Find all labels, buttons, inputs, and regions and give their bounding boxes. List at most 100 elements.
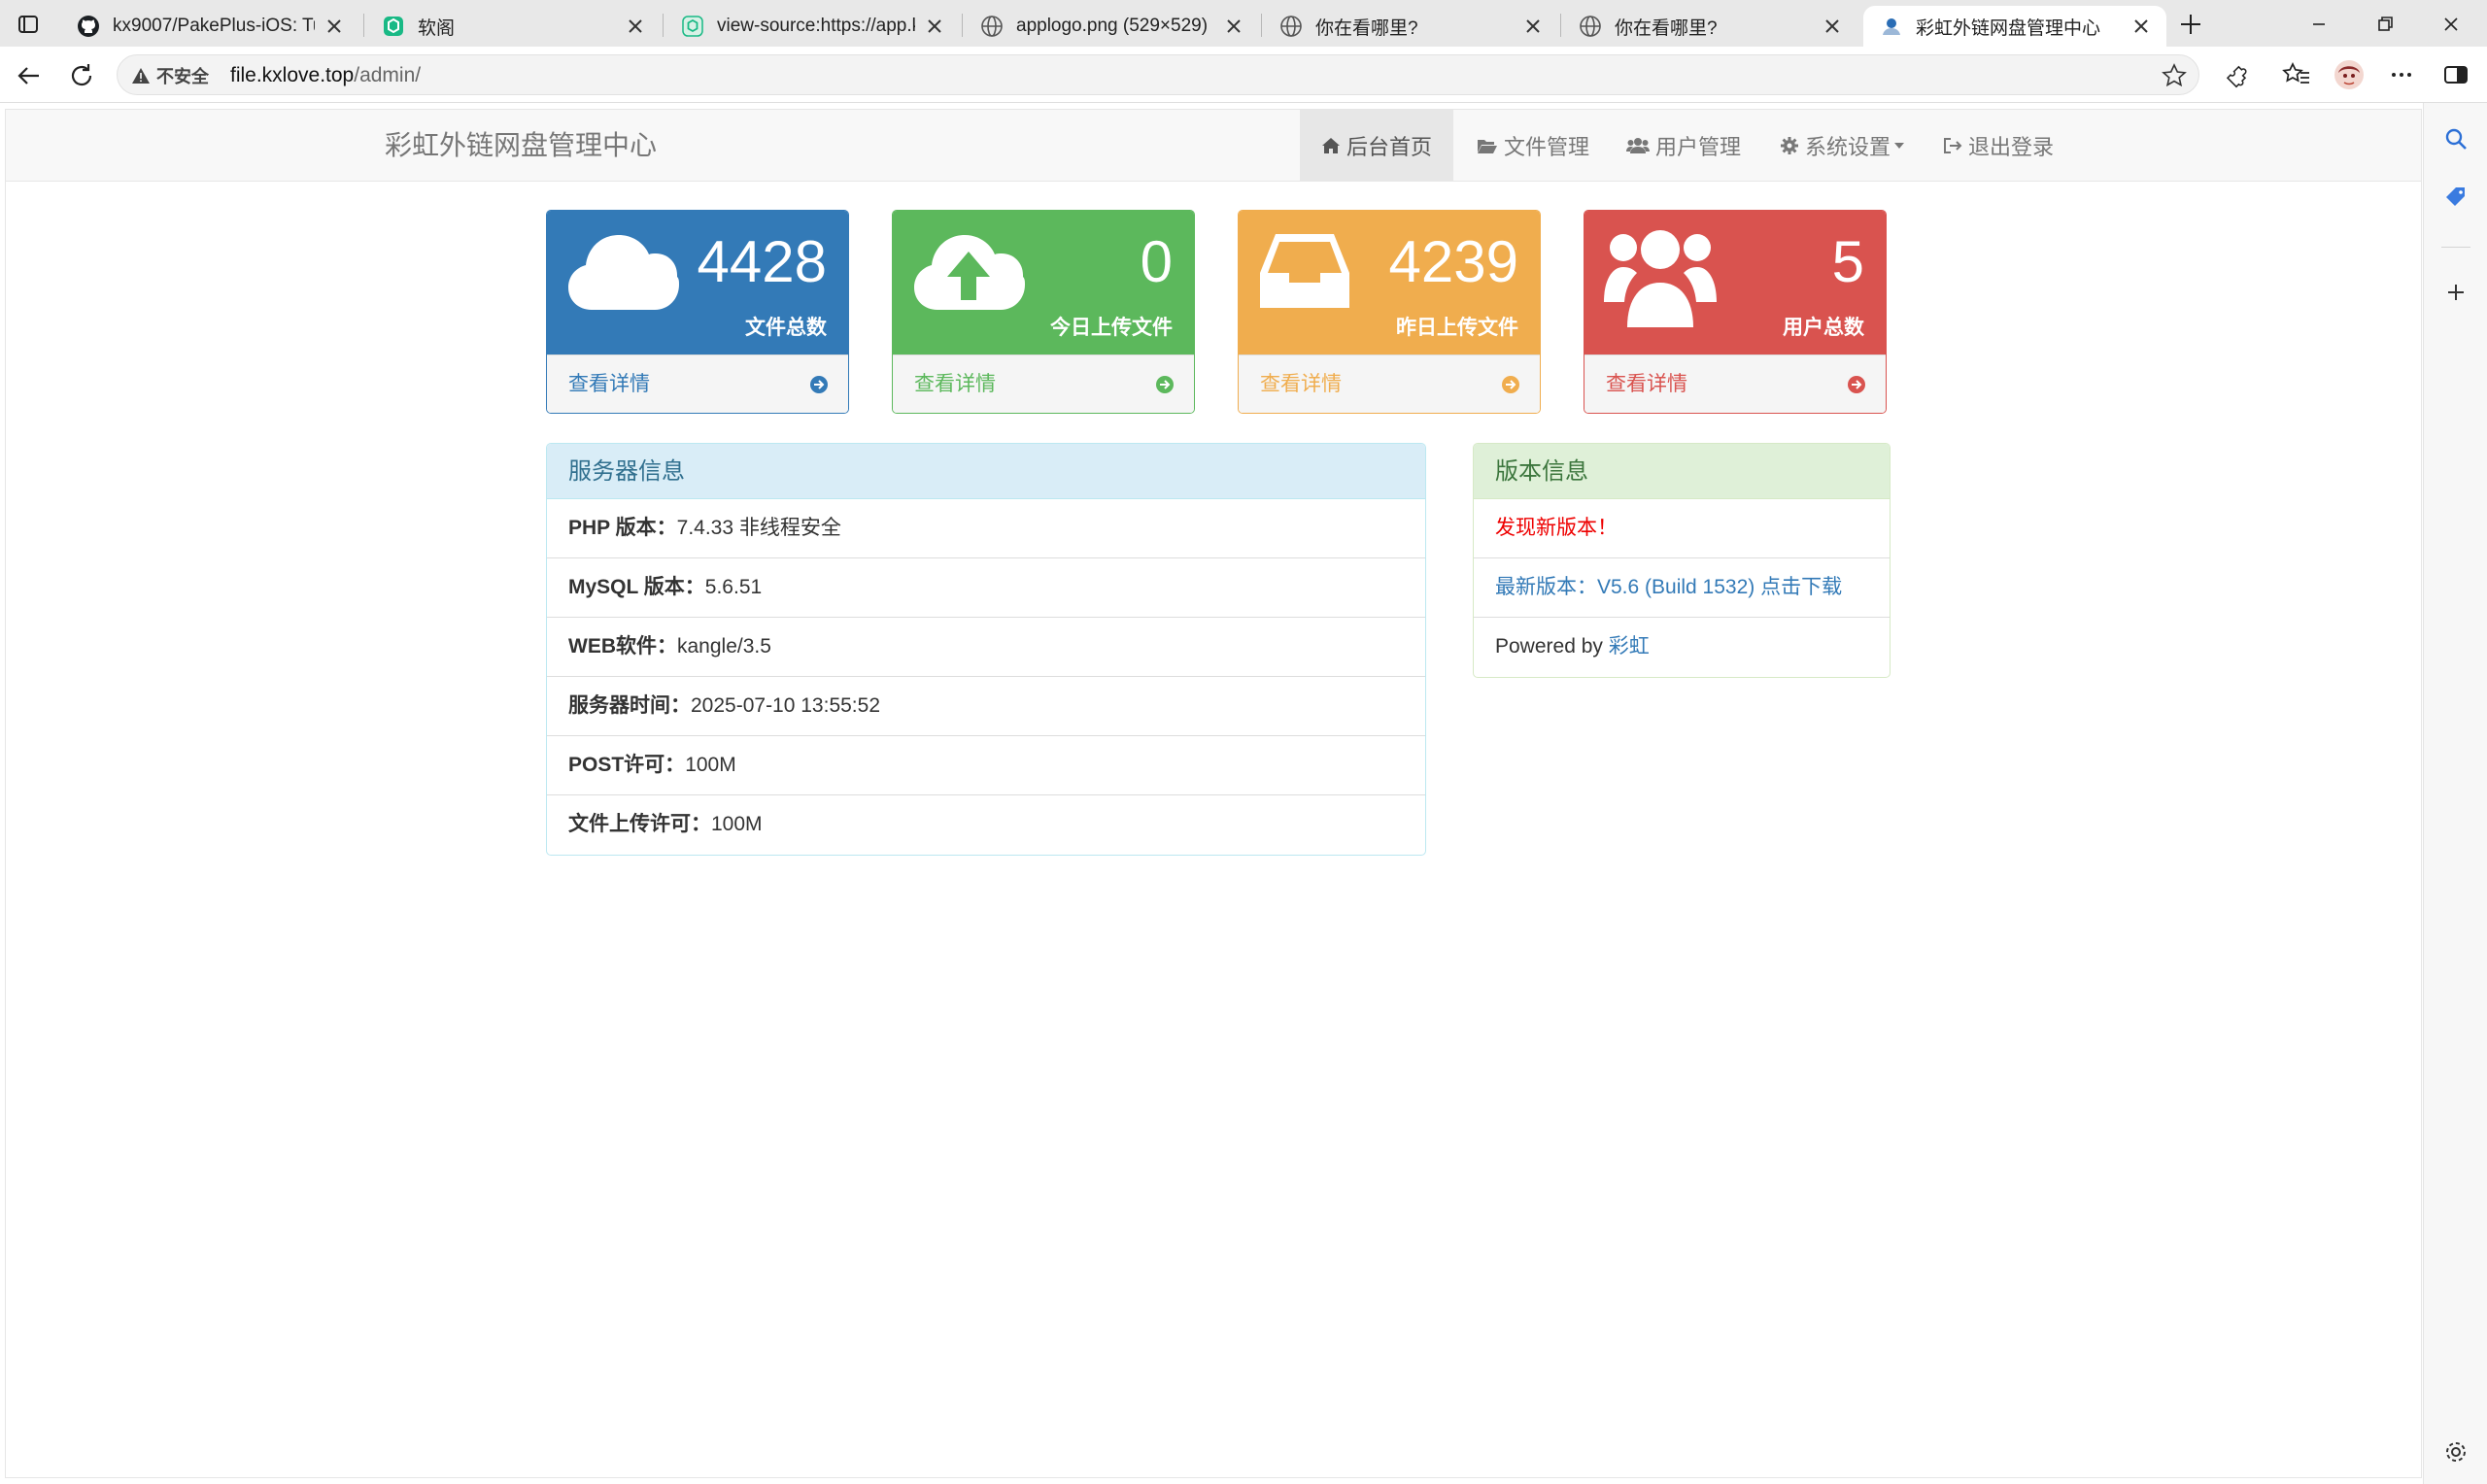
- back-icon[interactable]: [14, 60, 45, 91]
- home-icon: [1322, 138, 1340, 153]
- restore-icon[interactable]: [2370, 10, 2400, 39]
- stat-label: 今日上传文件: [1050, 317, 1173, 339]
- globe-icon: [1578, 14, 1603, 39]
- close-tab-icon[interactable]: [624, 15, 647, 38]
- version-info-panel: 版本信息 发现新版本！ 最新版本：V5.6 (Build 1532) 点击下载 …: [1473, 443, 1891, 678]
- security-label: 不安全: [156, 67, 209, 86]
- view-details-link[interactable]: 查看详情: [1239, 354, 1540, 413]
- add-icon[interactable]: [2441, 278, 2470, 307]
- nav-item-settings-dropdown[interactable]: 系统设置: [1758, 110, 1925, 182]
- stat-panel-today-uploads: 0 今日上传文件 查看详情: [892, 210, 1195, 414]
- url-path: /admin/: [354, 64, 422, 86]
- server-info-panel: 服务器信息 PHP 版本：7.4.33 非线程安全 MySQL 版本：5.6.5…: [546, 443, 1426, 856]
- info-label: 文件上传许可：: [568, 813, 711, 835]
- nav-item-logout[interactable]: 退出登录: [1922, 110, 2075, 182]
- app-green-icon: [680, 14, 705, 39]
- view-details-link[interactable]: 查看详情: [547, 354, 848, 413]
- security-indicator[interactable]: 不安全: [131, 55, 209, 96]
- nav-item-home[interactable]: 后台首页: [1300, 110, 1454, 182]
- tab-title: view-source:https://app.kxl: [717, 16, 915, 36]
- tab-title: 彩虹外链网盘管理中心: [1916, 17, 2101, 39]
- favorites-icon[interactable]: [2281, 59, 2312, 90]
- stat-value: 0: [1140, 229, 1173, 294]
- download-link[interactable]: V5.6 (Build 1532) 点击下载: [1597, 576, 1842, 598]
- powered-by-prefix: Powered by: [1495, 635, 1609, 658]
- stat-value: 4239: [1388, 229, 1518, 294]
- tab-title: 软阁: [418, 17, 456, 39]
- info-value: 100M: [711, 813, 763, 835]
- powered-by-link[interactable]: 彩虹: [1609, 635, 1650, 658]
- close-tab-icon[interactable]: [923, 15, 946, 38]
- new-version-notice: 发现新版本！: [1495, 517, 1618, 539]
- sidebar-toggle-icon[interactable]: [2440, 59, 2471, 90]
- stat-value: 4428: [697, 229, 827, 294]
- close-tab-icon[interactable]: [323, 15, 346, 38]
- sign-out-icon: [1944, 138, 1962, 153]
- stat-label: 昨日上传文件: [1396, 317, 1518, 339]
- cog-icon: [1781, 137, 1798, 154]
- nav-label: 退出登录: [1968, 135, 2055, 159]
- minimize-icon[interactable]: [2304, 10, 2334, 39]
- list-item: 服务器时间：2025-07-10 13:55:52: [547, 677, 1425, 736]
- info-label: 服务器时间：: [568, 694, 691, 717]
- stat-value: 5: [1831, 229, 1864, 294]
- settings-gear-icon[interactable]: [2441, 1437, 2470, 1467]
- arrow-circle-right-icon: [1156, 376, 1174, 393]
- browser-tab[interactable]: kx9007/PakePlus-iOS: Turn: [60, 6, 359, 47]
- favorite-star-icon[interactable]: [2160, 61, 2189, 90]
- browser-tab-strip: kx9007/PakePlus-iOS: Turn 软阁 view-source…: [0, 0, 2487, 47]
- extensions-icon[interactable]: [2221, 59, 2252, 90]
- stat-panel-total-files: 4428 文件总数 查看详情: [546, 210, 849, 414]
- view-details-link[interactable]: 查看详情: [893, 354, 1194, 413]
- browser-tab[interactable]: applogo.png (529×529): [964, 6, 1259, 47]
- reload-icon[interactable]: [66, 60, 97, 91]
- list-item: 发现新版本！: [1474, 499, 1890, 558]
- close-tab-icon[interactable]: [1222, 15, 1245, 38]
- info-label: POST许可：: [568, 754, 686, 776]
- close-tab-icon[interactable]: [1521, 15, 1545, 38]
- cloud-icon: [568, 235, 679, 310]
- search-icon[interactable]: [2441, 124, 2470, 153]
- nav-item-files[interactable]: 文件管理: [1455, 110, 1611, 182]
- tab-title: applogo.png (529×529): [1016, 16, 1209, 36]
- close-tab-icon[interactable]: [1821, 15, 1844, 38]
- close-tab-icon[interactable]: [2129, 15, 2153, 38]
- list-item: Powered by 彩虹: [1474, 618, 1890, 677]
- caret-down-icon: [1894, 143, 1905, 149]
- profile-avatar[interactable]: [2334, 59, 2365, 90]
- list-item: POST许可：100M: [547, 736, 1425, 795]
- more-menu-icon[interactable]: [2386, 59, 2417, 90]
- arrow-circle-right-icon: [810, 376, 828, 393]
- arrow-circle-right-icon: [1848, 376, 1865, 393]
- browser-tab[interactable]: 你在看哪里?: [1263, 6, 1558, 47]
- view-details-label: 查看详情: [914, 373, 996, 395]
- site-brand[interactable]: 彩虹外链网盘管理中心: [385, 110, 657, 182]
- inbox-tray-icon: [1260, 234, 1349, 308]
- nav-label: 用户管理: [1655, 135, 1742, 159]
- web-page: 彩虹外链网盘管理中心 后台首页 文件管理 用户管理 系统设置 退出登录 4428…: [5, 109, 2422, 1478]
- stat-panel-total-users: 5 用户总数 查看详情: [1584, 210, 1887, 414]
- url-host: file.kxlove.top: [230, 64, 355, 86]
- stat-label: 文件总数: [745, 317, 827, 339]
- github-icon: [76, 14, 101, 39]
- tab-actions-icon[interactable]: [14, 10, 43, 39]
- list-item: WEB软件：kangle/3.5: [547, 618, 1425, 677]
- address-bar[interactable]: 不安全 file.kxlove.top/admin/: [117, 54, 2199, 95]
- tab-title: 你在看哪里?: [1315, 17, 1418, 39]
- shopping-tag-icon[interactable]: [2441, 183, 2470, 212]
- top-navbar: 彩虹外链网盘管理中心 后台首页 文件管理 用户管理 系统设置 退出登录: [6, 110, 2421, 182]
- view-details-link[interactable]: 查看详情: [1584, 354, 1886, 413]
- panel-heading: 服务器信息: [547, 444, 1425, 499]
- browser-tab[interactable]: view-source:https://app.kxl: [664, 6, 960, 47]
- browser-tab[interactable]: 你在看哪里?: [1562, 6, 1857, 47]
- new-tab-icon[interactable]: [2176, 10, 2205, 39]
- info-label: PHP 版本：: [568, 517, 677, 539]
- url-text: file.kxlove.top/admin/: [230, 55, 421, 96]
- browser-tab-active[interactable]: 彩虹外链网盘管理中心: [1863, 6, 2166, 47]
- nav-label: 后台首页: [1346, 135, 1433, 159]
- browser-tab[interactable]: 软阁: [365, 6, 661, 47]
- nav-item-users[interactable]: 用户管理: [1605, 110, 1762, 182]
- tab-title: 你在看哪里?: [1615, 17, 1718, 39]
- close-window-icon[interactable]: [2436, 10, 2466, 39]
- list-item: MySQL 版本：5.6.51: [547, 558, 1425, 618]
